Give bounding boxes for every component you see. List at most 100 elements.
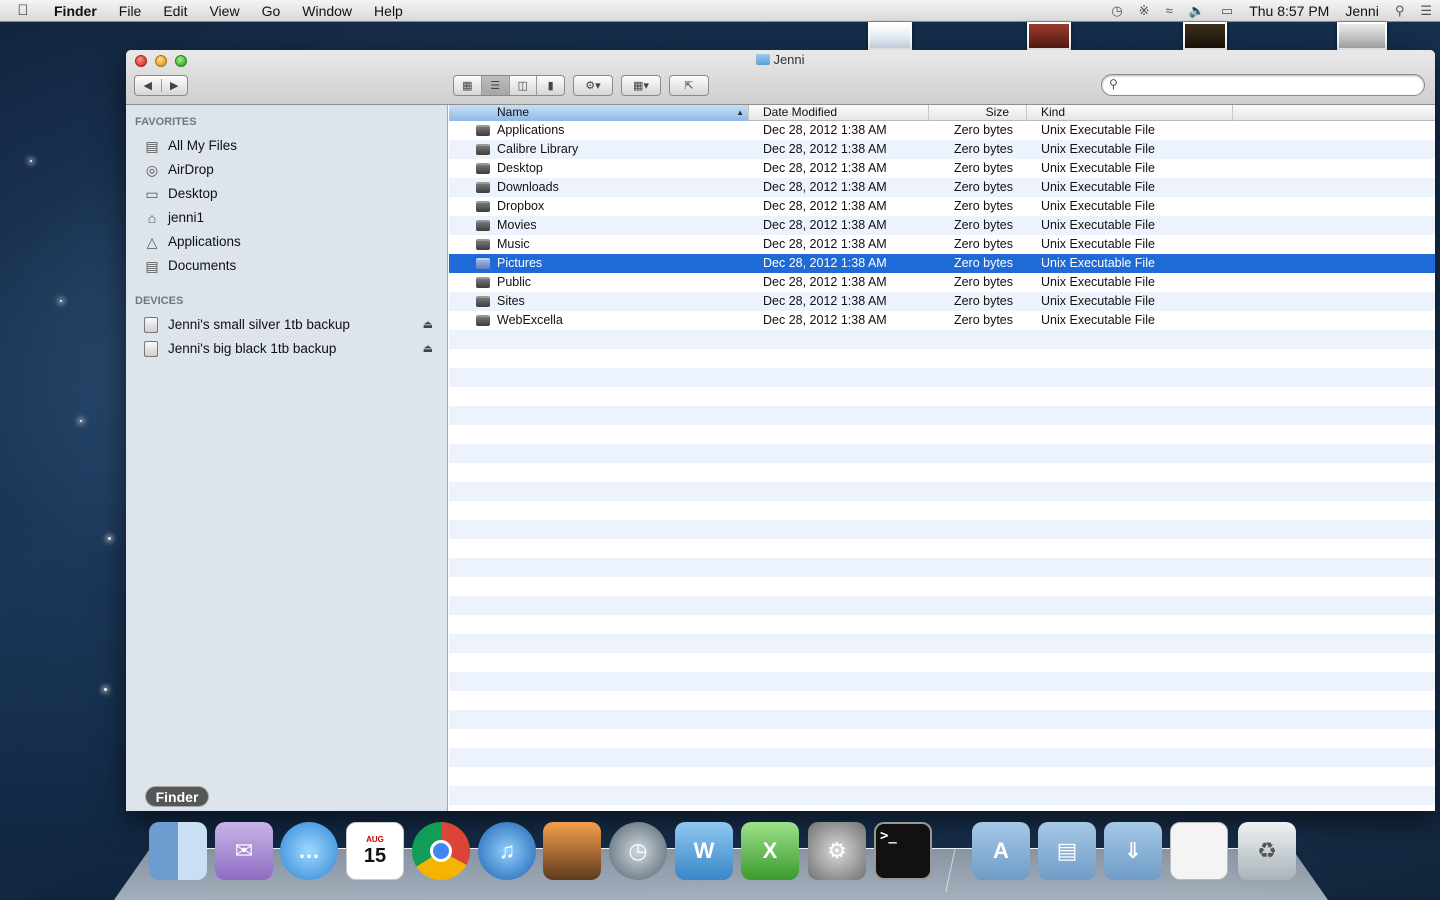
volume-icon[interactable]: 🔈 (1181, 0, 1213, 22)
file-kind-cell: Unix Executable File (1041, 161, 1155, 175)
finder-dock-icon[interactable] (149, 822, 207, 880)
menu-app-name[interactable]: Finder (46, 0, 108, 22)
sidebar-item-home[interactable]: ⌂ jenni1 (126, 206, 447, 230)
menu-edit[interactable]: Edit (152, 0, 198, 22)
file-kind-cell: Unix Executable File (1041, 294, 1155, 308)
chrome-dock-icon[interactable] (412, 822, 470, 880)
dock-tooltip: Finder (145, 786, 209, 807)
sidebar-item-desktop[interactable]: ▭ Desktop (126, 182, 447, 206)
file-kind-cell: Unix Executable File (1041, 237, 1155, 251)
word-dock-icon[interactable]: W (675, 822, 733, 880)
applications-folder-dock-icon[interactable]: A (972, 822, 1030, 880)
downloads-folder-dock-icon[interactable]: ⇓ (1104, 822, 1162, 880)
sidebar-item-documents[interactable]: ▤ Documents (126, 254, 447, 278)
sidebar-item-big-black-backup[interactable]: Jenni's big black 1tb backup ⏏ (126, 337, 447, 361)
menu-file[interactable]: File (108, 0, 153, 22)
file-size-cell: Zero bytes (953, 180, 1013, 194)
recent-document-dock-icon[interactable] (1170, 822, 1228, 880)
sidebar-item-applications[interactable]: △ Applications (126, 230, 447, 254)
documents-folder-dock-icon[interactable]: ▤ (1038, 822, 1096, 880)
file-date-cell: Dec 28, 2012 1:38 AM (763, 294, 887, 308)
desktop-document-icon[interactable] (868, 22, 912, 50)
file-size-cell: Zero bytes (953, 218, 1013, 232)
action-gear-button[interactable]: ⚙▾ (573, 75, 613, 96)
star-decoration (60, 300, 62, 302)
menu-help[interactable]: Help (363, 0, 414, 22)
list-view-button[interactable]: ☰ (480, 76, 509, 95)
star-decoration (30, 160, 32, 162)
menu-go[interactable]: Go (251, 0, 292, 22)
file-row[interactable]: Music Dec 28, 2012 1:38 AM Zero bytes Un… (449, 235, 1435, 254)
eject-icon[interactable]: ⏏ (423, 313, 433, 337)
menu-clock[interactable]: Thu 8:57 PM (1241, 0, 1337, 22)
spotlight-icon[interactable]: ⚲ (1387, 0, 1413, 22)
star-decoration (108, 537, 111, 540)
drive-icon (144, 341, 158, 357)
file-row[interactable]: Downloads Dec 28, 2012 1:38 AM Zero byte… (449, 178, 1435, 197)
folder-icon (476, 277, 490, 288)
file-row-selected[interactable]: Pictures Dec 28, 2012 1:38 AM Zero bytes… (449, 254, 1435, 273)
forward-button[interactable]: ▶ (160, 79, 188, 92)
file-kind-cell: Unix Executable File (1041, 142, 1155, 156)
time-machine-dock-icon[interactable]: ◷ (609, 822, 667, 880)
column-header-size[interactable]: Size (929, 105, 1027, 121)
menu-view[interactable]: View (198, 0, 250, 22)
menu-bar:  Finder File Edit View Go Window Help ◷… (0, 0, 1440, 22)
trash-dock-icon[interactable]: ♻ (1238, 822, 1296, 880)
menu-window[interactable]: Window (291, 0, 363, 22)
file-row[interactable]: Dropbox Dec 28, 2012 1:38 AM Zero bytes … (449, 197, 1435, 216)
file-row[interactable]: Public Dec 28, 2012 1:38 AM Zero bytes U… (449, 273, 1435, 292)
arrange-button[interactable]: ▦▾ (621, 75, 661, 96)
desktop-image-icon[interactable] (1183, 22, 1227, 50)
excel-dock-icon[interactable]: X (741, 822, 799, 880)
column-header-kind[interactable]: Kind (1027, 105, 1233, 121)
file-size-cell: Zero bytes (953, 199, 1013, 213)
cover-flow-button[interactable]: ▮ (536, 76, 564, 95)
column-header-date[interactable]: Date Modified (749, 105, 929, 121)
itunes-dock-icon[interactable]: ♫ (478, 822, 536, 880)
file-row[interactable]: Movies Dec 28, 2012 1:38 AM Zero bytes U… (449, 216, 1435, 235)
file-name-cell: Downloads (449, 178, 749, 197)
file-row[interactable]: Calibre Library Dec 28, 2012 1:38 AM Zer… (449, 140, 1435, 159)
eject-icon[interactable]: ⏏ (423, 337, 433, 361)
file-row[interactable]: Desktop Dec 28, 2012 1:38 AM Zero bytes … (449, 159, 1435, 178)
file-kind-cell: Unix Executable File (1041, 275, 1155, 289)
applications-icon: △ (146, 234, 158, 250)
sidebar-item-airdrop[interactable]: ◎ AirDrop (126, 158, 447, 182)
file-row[interactable]: Applications Dec 28, 2012 1:38 AM Zero b… (449, 121, 1435, 140)
desktop-image-icon[interactable] (1027, 22, 1071, 50)
mail-dock-icon[interactable]: ✉ (215, 822, 273, 880)
file-size-cell: Zero bytes (953, 237, 1013, 251)
column-view-button[interactable]: ◫ (508, 76, 537, 95)
battery-icon[interactable]: ▭ (1213, 0, 1241, 22)
share-button[interactable]: ⇱ (669, 75, 709, 96)
file-row[interactable]: Sites Dec 28, 2012 1:38 AM Zero bytes Un… (449, 292, 1435, 311)
view-mode-buttons: ▦ ☰ ◫ ▮ (453, 75, 565, 96)
back-button[interactable]: ◀ (135, 79, 161, 92)
system-preferences-dock-icon[interactable]: ⚙ (808, 822, 866, 880)
search-input[interactable] (1126, 77, 1416, 93)
search-field[interactable]: ⚲ (1101, 74, 1425, 96)
sidebar-favorites-header: FAVORITES (135, 116, 197, 128)
sidebar-item-all-my-files[interactable]: ▤ All My Files (126, 134, 447, 158)
file-size-cell: Zero bytes (953, 161, 1013, 175)
sidebar: FAVORITES ▤ All My Files ◎ AirDrop ▭ Des… (126, 105, 448, 811)
menu-user[interactable]: Jenni (1337, 0, 1386, 22)
bluetooth-icon[interactable]: ※ (1131, 0, 1158, 22)
file-row[interactable]: WebExcella Dec 28, 2012 1:38 AM Zero byt… (449, 311, 1435, 330)
desktop-drive-icon[interactable] (1337, 22, 1387, 50)
apple-menu-icon[interactable]:  (0, 2, 46, 19)
calendar-dock-icon[interactable]: AUG 15 (346, 822, 404, 880)
column-header-name[interactable]: Name ▲ (449, 105, 749, 121)
notification-center-icon[interactable]: ☰ (1412, 0, 1440, 22)
column-headers: Name ▲ Date Modified Size Kind (449, 105, 1435, 121)
messages-dock-icon[interactable]: … (280, 822, 338, 880)
sidebar-item-small-silver-backup[interactable]: Jenni's small silver 1tb backup ⏏ (126, 313, 447, 337)
time-machine-icon[interactable]: ◷ (1103, 0, 1130, 22)
iphoto-dock-icon[interactable] (543, 822, 601, 880)
drive-icon (144, 317, 158, 333)
icon-view-button[interactable]: ▦ (454, 76, 481, 95)
terminal-dock-icon[interactable]: >_ (874, 822, 932, 880)
folder-icon (476, 239, 490, 250)
wifi-icon[interactable]: ≈ (1158, 0, 1181, 22)
